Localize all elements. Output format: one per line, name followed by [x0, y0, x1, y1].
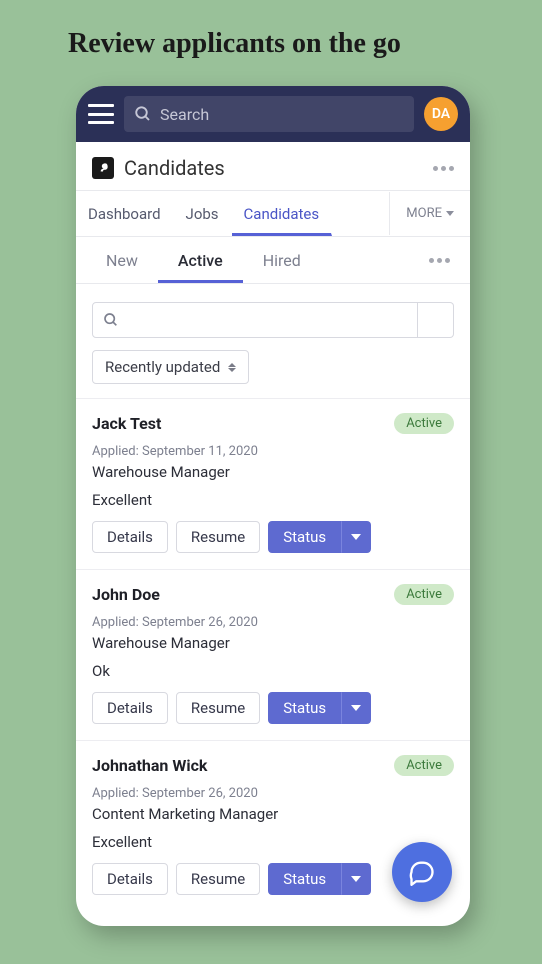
- tabs-more-label: MORE: [406, 206, 442, 221]
- status-badge: Active: [394, 755, 454, 776]
- subtab-hired[interactable]: Hired: [243, 237, 321, 283]
- menu-icon[interactable]: [88, 104, 114, 124]
- status-button[interactable]: Status: [268, 521, 341, 553]
- sort-dropdown[interactable]: Recently updated: [92, 350, 249, 384]
- secondary-tabs: New Active Hired: [76, 237, 470, 284]
- candidate-name: Johnathan Wick: [92, 756, 207, 775]
- rating-label: Ok: [92, 662, 454, 680]
- tabs-more-button[interactable]: MORE: [389, 192, 470, 235]
- details-button[interactable]: Details: [92, 521, 168, 553]
- sort-label: Recently updated: [105, 358, 220, 376]
- subtab-active[interactable]: Active: [158, 237, 243, 283]
- candidate-card: Jack Test Active Applied: September 11, …: [76, 398, 470, 569]
- list-toolbar: Recently updated: [76, 284, 470, 398]
- topbar: DA: [76, 86, 470, 142]
- subtabs-more-icon[interactable]: [429, 258, 450, 263]
- more-icon[interactable]: [433, 166, 454, 171]
- search-icon: [134, 105, 152, 123]
- page-title: Candidates: [124, 156, 225, 180]
- position-label: Warehouse Manager: [92, 463, 454, 481]
- rating-label: Excellent: [92, 833, 454, 851]
- chat-icon: [408, 858, 436, 886]
- tab-dashboard[interactable]: Dashboard: [76, 191, 174, 236]
- applied-date: Applied: September 26, 2020: [92, 615, 454, 630]
- primary-tabs: Dashboard Jobs Candidates MORE: [76, 190, 470, 237]
- page-header: Candidates: [76, 142, 470, 190]
- list-search[interactable]: [92, 302, 418, 338]
- search-icon: [103, 312, 119, 328]
- details-button[interactable]: Details: [92, 863, 168, 895]
- chevron-down-icon: [446, 211, 454, 216]
- candidate-name: Jack Test: [92, 414, 161, 433]
- chat-fab[interactable]: [392, 842, 452, 902]
- status-dropdown-button[interactable]: [341, 863, 371, 895]
- rating-label: Excellent: [92, 491, 454, 509]
- status-dropdown-button[interactable]: [341, 692, 371, 724]
- subtab-new[interactable]: New: [86, 237, 158, 283]
- candidate-card: John Doe Active Applied: September 26, 2…: [76, 569, 470, 740]
- global-search[interactable]: [124, 96, 414, 132]
- phone-frame: DA Candidates Dashboard Jobs Candidates …: [76, 86, 470, 926]
- global-search-input[interactable]: [160, 105, 404, 124]
- resume-button[interactable]: Resume: [176, 521, 260, 553]
- status-badge: Active: [394, 584, 454, 605]
- status-button[interactable]: Status: [268, 692, 341, 724]
- candidate-list: Jack Test Active Applied: September 11, …: [76, 398, 470, 911]
- position-label: Warehouse Manager: [92, 634, 454, 652]
- applied-date: Applied: September 11, 2020: [92, 444, 454, 459]
- resume-button[interactable]: Resume: [176, 692, 260, 724]
- tab-jobs[interactable]: Jobs: [174, 191, 232, 236]
- avatar[interactable]: DA: [424, 97, 458, 131]
- applied-date: Applied: September 26, 2020: [92, 786, 454, 801]
- chevron-down-icon: [351, 876, 361, 882]
- app-icon: [92, 157, 114, 179]
- tab-candidates[interactable]: Candidates: [232, 191, 333, 236]
- position-label: Content Marketing Manager: [92, 805, 454, 823]
- candidate-name: John Doe: [92, 585, 160, 604]
- chevron-down-icon: [351, 534, 361, 540]
- sort-icon: [228, 363, 236, 372]
- status-badge: Active: [394, 413, 454, 434]
- chevron-down-icon: [351, 705, 361, 711]
- list-search-input[interactable]: [119, 311, 407, 329]
- list-search-button[interactable]: [418, 302, 454, 338]
- details-button[interactable]: Details: [92, 692, 168, 724]
- status-button[interactable]: Status: [268, 863, 341, 895]
- resume-button[interactable]: Resume: [176, 863, 260, 895]
- status-dropdown-button[interactable]: [341, 521, 371, 553]
- hero-title: Review applicants on the go: [0, 0, 542, 60]
